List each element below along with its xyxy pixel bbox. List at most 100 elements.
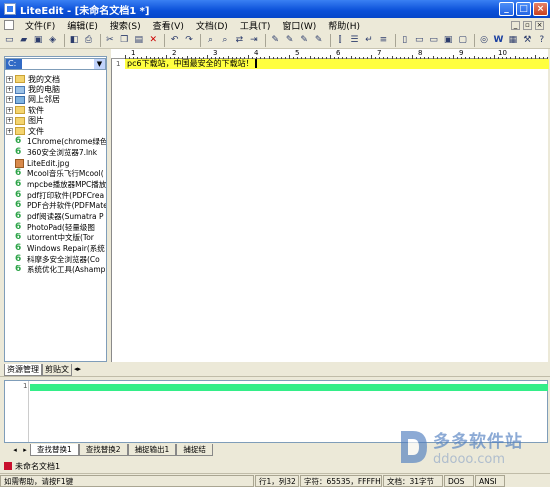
close-button[interactable]: × [533,2,548,16]
document-tab[interactable]: 未命名文档1 [15,461,60,472]
cut-icon[interactable]: ✂ [104,34,116,47]
maximize-button[interactable]: □ [516,2,531,16]
toolbar-separator [265,33,267,47]
shortcut-icon: 6 [15,147,22,157]
minimize-button[interactable]: _ [499,2,514,16]
toolbar-separator [63,33,65,47]
mdi-restore-button[interactable]: ▫ [523,20,532,30]
expand-icon[interactable]: + [6,96,13,104]
find-icon[interactable]: ⌕ [204,34,216,47]
compile-icon[interactable]: ▦ [507,34,519,47]
tree-item-network[interactable]: + 网上邻居 [6,95,106,105]
menu-edit[interactable]: 编辑(E) [61,19,104,32]
delete-icon[interactable]: ✕ [147,34,159,47]
expand-icon[interactable]: + [6,86,13,94]
menu-help[interactable]: 帮助(H) [322,19,366,32]
paste-icon[interactable]: ▤ [133,34,145,47]
panel-output-icon[interactable]: ▣ [442,34,454,47]
file-item[interactable]: 6 Windows Repair(系统 [6,243,106,254]
shortcut-icon: 6 [15,221,22,232]
panel-bottom-icon[interactable]: ▭ [427,34,439,47]
replace-icon[interactable]: ⇄ [233,34,245,47]
drive-select[interactable]: C: ▼ [5,58,106,70]
mdi-minimize-button[interactable]: _ [511,20,520,30]
menu-file[interactable]: 文件(F) [19,19,61,32]
mdi-close-button[interactable]: × [535,20,544,30]
goto-icon[interactable]: ⇥ [248,34,260,47]
tab-find-replace-1[interactable]: 查找替换1 [30,444,79,456]
folder-icon [15,106,25,115]
menu-view[interactable]: 查看(V) [147,19,190,32]
file-item[interactable]: 6 pdf打印软件(PDFCrea [6,190,106,201]
save-all-icon[interactable]: ◈ [46,34,58,47]
help-icon[interactable]: ? [536,34,548,47]
tree-item-software[interactable]: + 软件 [6,105,106,115]
word-icon[interactable]: W [492,34,504,47]
tree-item-label: 我的电脑 [28,85,60,95]
browser-icon[interactable]: ◎ [478,34,490,47]
open-folder-icon[interactable]: ▰ [17,34,29,47]
menu-tools[interactable]: 工具(T) [234,19,277,32]
copy-icon[interactable]: ❐ [118,34,130,47]
find-next-icon[interactable]: ⌕ [219,34,231,47]
expand-icon[interactable]: + [6,117,13,125]
file-item-label: PDF合并软件(PDFMate [27,201,106,211]
tab-capture-output-2[interactable]: 捕捉结 [176,444,213,456]
save-icon[interactable]: ▣ [32,34,44,47]
file-item[interactable]: 6 mpcbe播放器MPC播放 [6,179,106,190]
tab-clipboard[interactable]: 剪贴文 [42,364,72,376]
shortcut-icon: 6 [15,243,22,254]
editor-line[interactable]: pc6下载站，中国最安全的下载站！ [127,59,257,69]
file-item[interactable]: 6 科摩多安全浏览器(Co [6,254,106,265]
panel-left-icon[interactable]: ▯ [399,34,411,47]
tree-item-pictures[interactable]: + 图片 [6,116,106,126]
expand-icon[interactable]: + [6,106,13,114]
panel-top-icon[interactable]: ▭ [413,34,425,47]
bookmark-clear-icon[interactable]: ✎ [312,34,324,47]
tree-item-my-documents[interactable]: + 我的文档 [6,74,106,84]
print-preview-icon[interactable]: ◧ [68,34,80,47]
shortcut-icon: 6 [15,200,22,211]
file-item[interactable]: LiteEdit.jpg [6,158,106,169]
expand-icon[interactable]: + [6,127,13,135]
file-item[interactable]: 6 pdf阅读器(Sumatra P [6,211,106,222]
tab-explorer[interactable]: 资源管理 [4,364,42,376]
watermark-text: 多多软件站 ddooo.com [433,427,523,467]
bookmark-next-icon[interactable]: ✎ [283,34,295,47]
menu-search[interactable]: 搜索(S) [104,19,147,32]
menu-document[interactable]: 文档(D) [190,19,234,32]
file-item[interactable]: 6 Mcool音乐飞行Mcool( [6,168,106,179]
column-mode-icon[interactable]: ⫿ [334,34,346,47]
text-editor[interactable]: 1 pc6下载站，中国最安全的下载站！ [111,59,549,362]
menu-window[interactable]: 窗口(W) [276,19,322,32]
print-icon[interactable]: ⎙ [82,34,94,47]
chevron-down-icon[interactable]: ▼ [94,59,105,69]
watermark-url: ddooo.com [433,452,506,467]
new-file-icon[interactable]: ▭ [3,34,15,47]
file-item-label: pdf打印软件(PDFCrea [27,190,105,200]
wrap-icon[interactable]: ☰ [348,34,360,47]
tab-scroll-left-icon[interactable]: ◂ [10,444,20,456]
tab-capture-output-1[interactable]: 捕捉输出1 [127,444,177,456]
show-returns-icon[interactable]: ↵ [363,34,375,47]
file-item[interactable]: 6 360安全浏览器7.lnk [6,147,106,158]
undo-icon[interactable]: ↶ [168,34,180,47]
file-item[interactable]: 6 PhotoPad(轻量级图 [6,222,106,233]
file-item[interactable]: 6 PDF合并软件(PDFMate [6,200,106,211]
tab-find-replace-2[interactable]: 查找替换2 [78,444,128,456]
panel-full-icon[interactable]: ▢ [456,34,468,47]
toolbar-separator [164,33,166,47]
redo-icon[interactable]: ↷ [183,34,195,47]
tools-icon[interactable]: ⚒ [521,34,533,47]
tab-scroll-right-icon[interactable]: ▸ [20,444,30,456]
tab-scroll-arrows[interactable]: ◂▸ [72,364,81,376]
file-item[interactable]: 6 系统优化工具(Ashamp [6,265,106,276]
bookmark-toggle-icon[interactable]: ✎ [269,34,281,47]
file-item[interactable]: 6 1Chrome(chrome绿色 [6,136,106,147]
tree-item-files[interactable]: + 文件 [6,126,106,136]
bookmark-prev-icon[interactable]: ✎ [298,34,310,47]
expand-icon[interactable]: + [6,75,13,83]
tree-item-my-computer[interactable]: + 我的电脑 [6,84,106,94]
file-item[interactable]: 6 utorrent中文版(Tor [6,233,106,244]
list-icon[interactable]: ≡ [377,34,389,47]
